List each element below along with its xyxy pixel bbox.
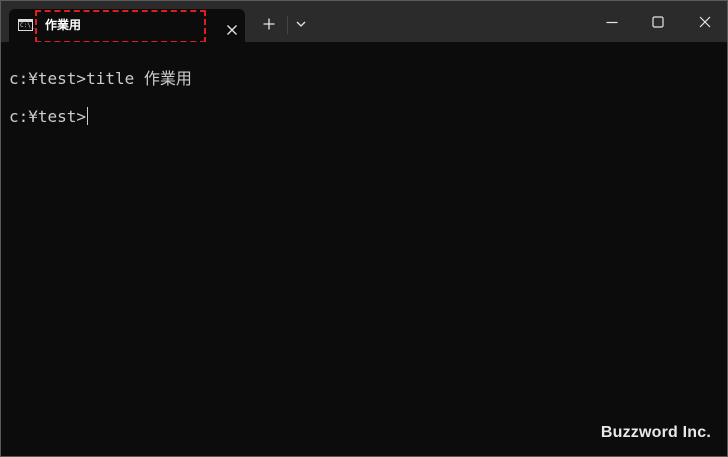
close-icon[interactable] — [698, 15, 712, 29]
terminal-icon-text: C:\_ — [20, 22, 35, 29]
chevron-down-icon[interactable] — [295, 20, 307, 28]
terminal-line: c:¥test>title 作業用 — [9, 69, 192, 89]
tab-close-icon[interactable] — [226, 24, 238, 36]
terminal-prompt: c:¥test> — [9, 107, 87, 126]
terminal-output[interactable]: c:¥test>title 作業用 c:¥test> Buzzword Inc. — [1, 42, 727, 456]
plus-icon[interactable] — [263, 18, 275, 30]
minimize-icon[interactable] — [605, 15, 619, 29]
maximize-icon[interactable] — [651, 15, 665, 29]
tab-title-highlight — [35, 10, 206, 43]
terminal-window: C:\_ 作業用 c:¥test>title 作業用 c:¥test> Buzz… — [0, 0, 728, 457]
title-bar[interactable]: C:\_ 作業用 — [1, 1, 727, 43]
titlebar-separator — [287, 16, 288, 34]
text-cursor — [87, 107, 89, 125]
terminal-line-text: c:¥test>title 作業用 — [9, 69, 192, 88]
watermark: Buzzword Inc. — [600, 424, 711, 441]
terminal-icon: C:\_ — [18, 19, 35, 31]
terminal-prompt-line[interactable]: c:¥test> — [9, 107, 89, 127]
